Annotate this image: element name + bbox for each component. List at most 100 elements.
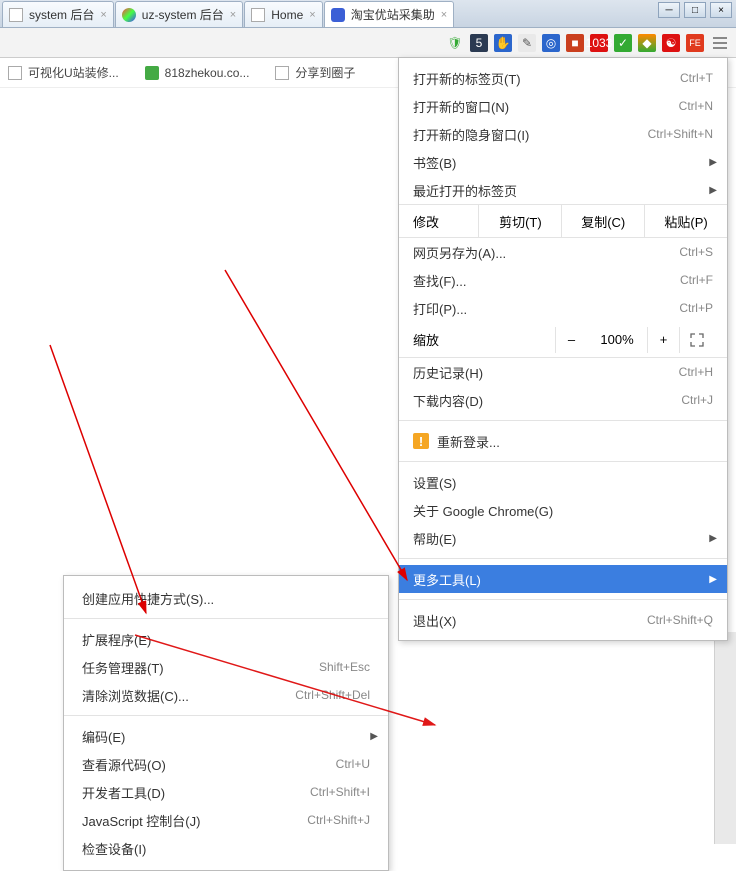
tab[interactable]: 淘宝优站采集助 × bbox=[324, 1, 454, 27]
menu-label: 创建应用快捷方式(S)... bbox=[82, 589, 214, 608]
menu-label: 帮助(E) bbox=[413, 529, 456, 548]
menu-help[interactable]: 帮助(E) ▶ bbox=[399, 524, 727, 552]
menu-find[interactable]: 查找(F)...Ctrl+F bbox=[399, 266, 727, 294]
submenu-js-console[interactable]: JavaScript 控制台(J) Ctrl+Shift+J bbox=[64, 806, 388, 834]
close-icon[interactable]: × bbox=[230, 9, 236, 21]
zoom-out-button[interactable]: – bbox=[555, 327, 587, 353]
submenu-create-shortcut[interactable]: 创建应用快捷方式(S)... bbox=[64, 584, 388, 612]
hand-icon[interactable]: ✋ bbox=[494, 34, 512, 52]
tab-label: 淘宝优站采集助 bbox=[351, 6, 435, 23]
menu-label: 下载内容(D) bbox=[413, 391, 483, 410]
menu-label: 打开新的标签页(T) bbox=[413, 69, 521, 88]
menu-copy[interactable]: 复制(C) bbox=[562, 205, 645, 237]
submenu-view-source[interactable]: 查看源代码(O)Ctrl+U bbox=[64, 750, 388, 778]
menu-more-tools[interactable]: 更多工具(L)▶ bbox=[399, 565, 727, 593]
menu-settings[interactable]: 设置(S) bbox=[399, 468, 727, 496]
separator bbox=[64, 618, 388, 619]
close-icon[interactable]: × bbox=[441, 9, 447, 21]
menu-history[interactable]: 历史记录(H)Ctrl+H bbox=[399, 358, 727, 386]
shield-icon[interactable]: 🛡 bbox=[446, 34, 464, 52]
menu-label: 任务管理器(T) bbox=[82, 658, 164, 677]
menu-label: JavaScript 控制台(J) bbox=[82, 811, 200, 830]
scrollbar-track[interactable] bbox=[714, 632, 736, 844]
shortcut: Ctrl+S bbox=[679, 245, 713, 259]
menu-label: 设置(S) bbox=[413, 473, 456, 492]
shortcut: Ctrl+F bbox=[680, 273, 713, 287]
submenu-inspect-devices[interactable]: 检查设备(I) bbox=[64, 834, 388, 862]
menu-save-page[interactable]: 网页另存为(A)...Ctrl+S bbox=[399, 238, 727, 266]
shortcut: Shift+Esc bbox=[319, 660, 370, 674]
menu-bookmarks[interactable]: 书签(B)▶ bbox=[399, 148, 727, 176]
zoom-value: 100% bbox=[587, 332, 647, 347]
menu-label: 打开新的窗口(N) bbox=[413, 97, 509, 116]
badge-icon[interactable]: 1033 bbox=[590, 34, 608, 52]
shortcut: Ctrl+N bbox=[679, 99, 713, 113]
rainbow-icon bbox=[122, 8, 136, 22]
main-menu-button[interactable] bbox=[710, 34, 730, 52]
submenu-clear-data[interactable]: 清除浏览数据(C)...Ctrl+Shift+Del bbox=[64, 681, 388, 709]
tab[interactable]: Home × bbox=[244, 1, 322, 27]
shortcut: Ctrl+T bbox=[680, 71, 713, 85]
ext-icon[interactable]: FE bbox=[686, 34, 704, 52]
shortcut: Ctrl+P bbox=[679, 301, 713, 315]
tab[interactable]: uz-system 后台 × bbox=[115, 1, 243, 27]
submenu-encoding[interactable]: 编码(E)▶ bbox=[64, 722, 388, 750]
menu-exit[interactable]: 退出(X)Ctrl+Shift+Q bbox=[399, 606, 727, 634]
minimize-button[interactable]: ─ bbox=[658, 2, 680, 18]
menu-label: 退出(X) bbox=[413, 611, 456, 630]
tab[interactable]: system 后台 × bbox=[2, 1, 114, 27]
menu-relogin[interactable]: !重新登录... bbox=[399, 427, 727, 455]
warning-icon: ! bbox=[413, 433, 429, 449]
menu-cut[interactable]: 剪切(T) bbox=[479, 205, 562, 237]
menu-incognito[interactable]: 打开新的隐身窗口(I)Ctrl+Shift+N bbox=[399, 120, 727, 148]
edit-label: 修改 bbox=[399, 205, 479, 237]
bookmark[interactable]: 可视化U站装修... bbox=[8, 64, 119, 81]
close-button[interactable]: × bbox=[710, 2, 732, 18]
separator bbox=[399, 420, 727, 421]
shortcut: Ctrl+Shift+J bbox=[307, 813, 370, 827]
more-tools-submenu: 创建应用快捷方式(S)... 扩展程序(E) 任务管理器(T) Shift+Esc… bbox=[63, 575, 389, 871]
menu-paste[interactable]: 粘贴(P) bbox=[645, 205, 727, 237]
main-menu: 打开新的标签页(T) Ctrl+T 打开新的窗口(N) Ctrl+N 打开新的隐身窗… bbox=[398, 57, 728, 641]
submenu-extensions[interactable]: 扩展程序(E) bbox=[64, 625, 388, 653]
close-icon[interactable]: × bbox=[100, 9, 106, 21]
menu-label: 开发者工具(D) bbox=[82, 783, 165, 802]
doc-icon bbox=[9, 8, 23, 22]
tab-bar: system 后台 × uz-system 后台 × Home × 淘宝优站采集… bbox=[0, 0, 736, 28]
submenu-task-manager[interactable]: 任务管理器(T) Shift+Esc bbox=[64, 653, 388, 681]
swirl-icon[interactable]: ◎ bbox=[542, 34, 560, 52]
doc-icon bbox=[251, 8, 265, 22]
menu-downloads[interactable]: 下载内容(D)Ctrl+J bbox=[399, 386, 727, 414]
ext-icon[interactable]: ◆ bbox=[638, 34, 656, 52]
ext-icon[interactable]: 5 bbox=[470, 34, 488, 52]
bookmark-label: 分享到圈子 bbox=[295, 64, 355, 81]
bookmark[interactable]: 分享到圈子 bbox=[275, 64, 355, 81]
close-icon[interactable]: × bbox=[309, 9, 315, 21]
ext-icon[interactable]: ■ bbox=[566, 34, 584, 52]
separator bbox=[399, 461, 727, 462]
menu-label: 关于 Google Chrome(G) bbox=[413, 501, 553, 520]
ext-icon[interactable]: ✓ bbox=[614, 34, 632, 52]
window-controls: ─ □ × bbox=[658, 2, 732, 18]
wand-icon[interactable]: ✎ bbox=[518, 34, 536, 52]
menu-about[interactable]: 关于 Google Chrome(G) bbox=[399, 496, 727, 524]
maximize-button[interactable]: □ bbox=[684, 2, 706, 18]
menu-label: 最近打开的标签页 bbox=[413, 181, 517, 200]
chevron-right-icon: ▶ bbox=[370, 731, 378, 742]
separator bbox=[399, 599, 727, 600]
menu-new-tab[interactable]: 打开新的标签页(T) Ctrl+T bbox=[399, 64, 727, 92]
menu-print[interactable]: 打印(P)...Ctrl+P bbox=[399, 294, 727, 322]
bookmark[interactable]: 818zhekou.co... bbox=[145, 66, 250, 80]
menu-recent-tabs[interactable]: 最近打开的标签页▶ bbox=[399, 176, 727, 204]
page-icon bbox=[275, 66, 289, 80]
bookmark-label: 可视化U站装修... bbox=[28, 64, 119, 81]
ext-icon[interactable]: ☯ bbox=[662, 34, 680, 52]
zoom-in-button[interactable]: + bbox=[647, 327, 679, 353]
badge-count: 1033 bbox=[586, 36, 613, 50]
tab-label: system 后台 bbox=[29, 6, 94, 23]
chevron-right-icon: ▶ bbox=[709, 533, 717, 544]
fullscreen-button[interactable] bbox=[679, 327, 713, 353]
menu-new-window[interactable]: 打开新的窗口(N) Ctrl+N bbox=[399, 92, 727, 120]
submenu-devtools[interactable]: 开发者工具(D)Ctrl+Shift+I bbox=[64, 778, 388, 806]
zoom-label: 缩放 bbox=[413, 330, 439, 349]
